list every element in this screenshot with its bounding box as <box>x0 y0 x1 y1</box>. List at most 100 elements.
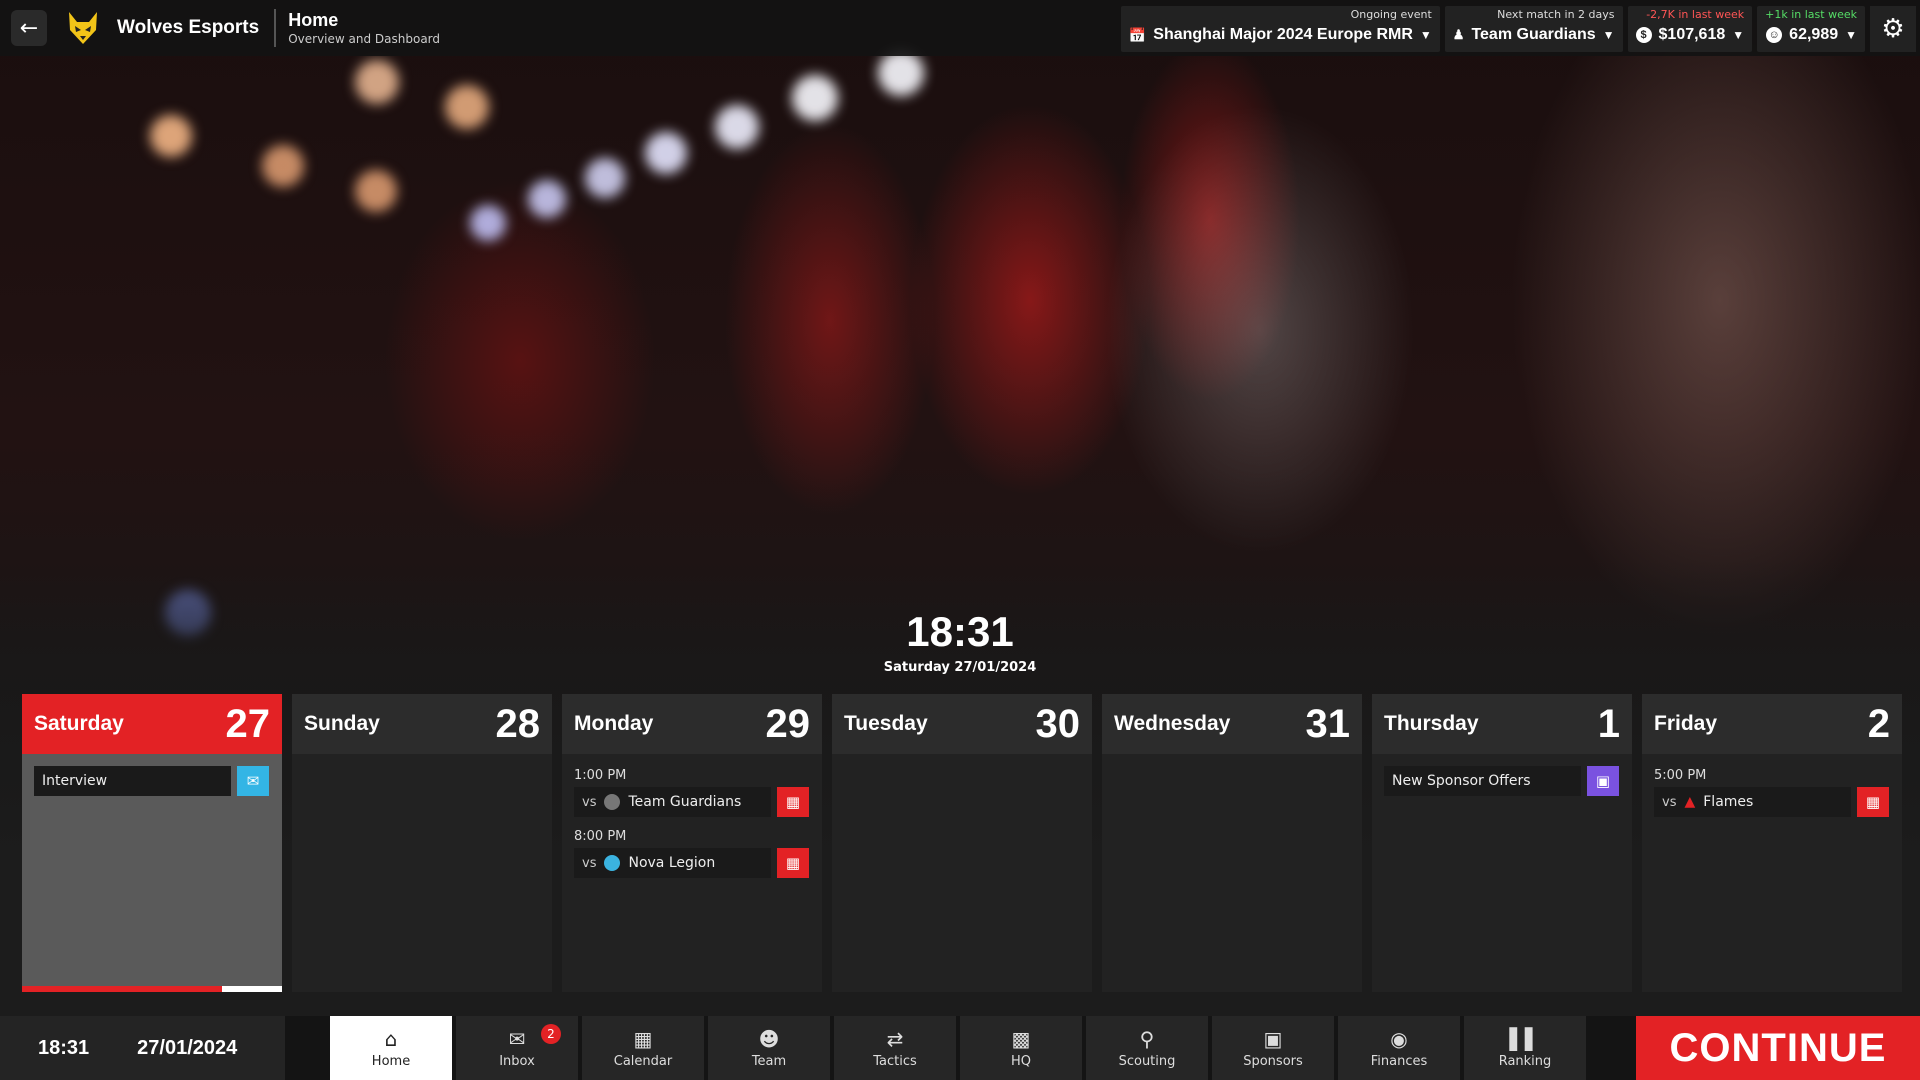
ongoing-event-caption: Ongoing event <box>1350 8 1432 21</box>
nav-calendar[interactable]: ▦ Calendar <box>582 1016 704 1080</box>
match-box[interactable]: vs Team Guardians <box>574 787 771 817</box>
ongoing-event-widget[interactable]: Ongoing event 📅 Shanghai Major 2024 Euro… <box>1120 6 1440 52</box>
day-column-saturday[interactable]: Saturday 27 Interview ✉ <box>22 694 282 992</box>
event-label-box[interactable]: New Sponsor Offers <box>1384 766 1581 796</box>
event-row[interactable]: New Sponsor Offers ▣ <box>1384 766 1622 796</box>
day-name: Wednesday <box>1114 712 1231 735</box>
coins-icon: ◉ <box>1390 1026 1408 1051</box>
event-label: New Sponsor Offers <box>1392 773 1531 789</box>
settings-button[interactable]: ⚙ <box>1870 6 1916 52</box>
nav-label: Scouting <box>1118 1053 1176 1069</box>
page-title-block: Home Overview and Dashboard <box>288 10 440 46</box>
continue-button[interactable]: CONTINUE <box>1636 1016 1920 1080</box>
day-name: Sunday <box>304 712 380 735</box>
background-light <box>262 145 304 187</box>
day-number: 28 <box>495 701 541 746</box>
unread-badge: 2 <box>541 1024 561 1044</box>
fans-widget[interactable]: +1k in last week ☺ 62,989 ▼ <box>1757 6 1865 52</box>
background-light <box>645 132 687 174</box>
day-name: Tuesday <box>844 712 928 735</box>
gear-icon: ⚙ <box>1881 14 1905 44</box>
back-button[interactable]: ← <box>11 10 47 46</box>
day-number: 29 <box>765 701 811 746</box>
nav-scouting[interactable]: ⚲ Scouting <box>1086 1016 1208 1080</box>
calendar-icon: ▦ <box>1865 793 1881 811</box>
chevron-down-icon: ▼ <box>1845 28 1857 42</box>
ongoing-event-name: Shanghai Major 2024 Europe RMR <box>1153 26 1413 43</box>
bottom-bar: 18:31 27/01/2024 ⌂ Home ✉ Inbox 2 ▦ Cale… <box>0 1016 1920 1080</box>
divider <box>274 9 277 47</box>
day-column-tuesday[interactable]: Tuesday 30 <box>832 694 1092 992</box>
background-light <box>355 60 399 104</box>
fans-value: 62,989 <box>1789 26 1839 43</box>
main-nav: ⌂ Home ✉ Inbox 2 ▦ Calendar ☻ Team ⇄ Tac… <box>330 1016 1586 1080</box>
fans-change-caption: +1k in last week <box>1765 8 1857 21</box>
page-subtitle: Overview and Dashboard <box>288 32 441 46</box>
vs-label: vs <box>1662 794 1677 810</box>
opponent-name: Flames <box>1703 794 1754 810</box>
money-value: $107,618 <box>1658 26 1726 43</box>
day-header: Friday 2 <box>1642 694 1902 754</box>
match-box[interactable]: vs Nova Legion <box>574 848 771 878</box>
sponsor-offers-button[interactable]: ▣ <box>1587 766 1619 796</box>
clock-time: 18:31 <box>906 608 1014 655</box>
vs-label: vs <box>582 794 597 810</box>
nav-hq[interactable]: ▩ HQ <box>960 1016 1082 1080</box>
event-row[interactable]: Interview ✉ <box>34 766 272 796</box>
team-guardians-icon <box>604 794 621 810</box>
next-match-widget[interactable]: Next match in 2 days ♟ Team Guardians ▼ <box>1444 6 1623 52</box>
event-time: 1:00 PM <box>574 768 627 783</box>
home-icon: ⌂ <box>384 1026 398 1051</box>
money-widget[interactable]: -2,7K in last week $ $107,618 ▼ <box>1627 6 1753 52</box>
background-light <box>878 50 924 96</box>
day-column-friday[interactable]: Friday 2 5:00 PM vs ▲ Flames ▦ <box>1642 694 1902 992</box>
background-light <box>445 85 489 129</box>
event-row[interactable]: vs Team Guardians ▦ <box>574 787 812 817</box>
nav-home[interactable]: ⌂ Home <box>330 1016 452 1080</box>
day-progress-fill <box>22 986 223 992</box>
day-header: Monday 29 <box>562 694 822 754</box>
chevron-down-icon: ▼ <box>1602 28 1615 42</box>
day-header: Saturday 27 <box>22 694 282 754</box>
day-header: Thursday 1 <box>1372 694 1632 754</box>
day-header: Tuesday 30 <box>832 694 1092 754</box>
nav-label: HQ <box>1010 1053 1031 1069</box>
day-column-thursday[interactable]: Thursday 1 New Sponsor Offers ▣ <box>1372 694 1632 992</box>
nav-tactics[interactable]: ⇄ Tactics <box>834 1016 956 1080</box>
match-calendar-button[interactable]: ▦ <box>777 848 809 878</box>
envelope-icon: ✉ <box>508 1026 526 1051</box>
current-datetime: 18:31 27/01/2024 <box>0 1016 285 1080</box>
week-calendar: Saturday 27 Interview ✉ Sunday 28 Monday… <box>22 694 1902 992</box>
match-calendar-button[interactable]: ▦ <box>1857 787 1889 817</box>
match-calendar-button[interactable]: ▦ <box>777 787 809 817</box>
event-row[interactable]: vs Nova Legion ▦ <box>574 848 812 878</box>
chevron-down-icon: ▼ <box>1732 28 1745 42</box>
background-light <box>715 105 759 149</box>
vs-label: vs <box>582 855 597 871</box>
nav-finances[interactable]: ◉ Finances <box>1338 1016 1460 1080</box>
current-date: 27/01/2024 <box>137 1036 238 1059</box>
match-box[interactable]: vs ▲ Flames <box>1654 787 1851 817</box>
day-name: Thursday <box>1384 712 1479 735</box>
team-guardians-icon: ♟ <box>1452 27 1465 42</box>
nav-ranking[interactable]: ▌▌ Ranking <box>1464 1016 1586 1080</box>
nav-inbox[interactable]: ✉ Inbox 2 <box>456 1016 578 1080</box>
day-header: Sunday 28 <box>292 694 552 754</box>
event-time: 8:00 PM <box>574 829 627 844</box>
day-column-wednesday[interactable]: Wednesday 31 <box>1102 694 1362 992</box>
chevron-down-icon: ▼ <box>1419 28 1432 42</box>
email-button[interactable]: ✉ <box>237 766 269 796</box>
day-name: Monday <box>574 712 654 735</box>
flames-icon: ▲ <box>1684 794 1696 810</box>
day-number: 2 <box>1867 701 1890 746</box>
nav-sponsors[interactable]: ▣ Sponsors <box>1212 1016 1334 1080</box>
day-column-monday[interactable]: Monday 29 1:00 PM vs Team Guardians ▦ 8:… <box>562 694 822 992</box>
nav-team[interactable]: ☻ Team <box>708 1016 830 1080</box>
day-column-sunday[interactable]: Sunday 28 <box>292 694 552 992</box>
background-light <box>355 170 397 212</box>
event-row[interactable]: vs ▲ Flames ▦ <box>1654 787 1892 817</box>
event-label-box[interactable]: Interview <box>34 766 231 796</box>
money-change-caption: -2,7K in last week <box>1646 8 1745 21</box>
opponent-name: Nova Legion <box>628 855 716 871</box>
team-name: Wolves Esports <box>117 17 260 38</box>
